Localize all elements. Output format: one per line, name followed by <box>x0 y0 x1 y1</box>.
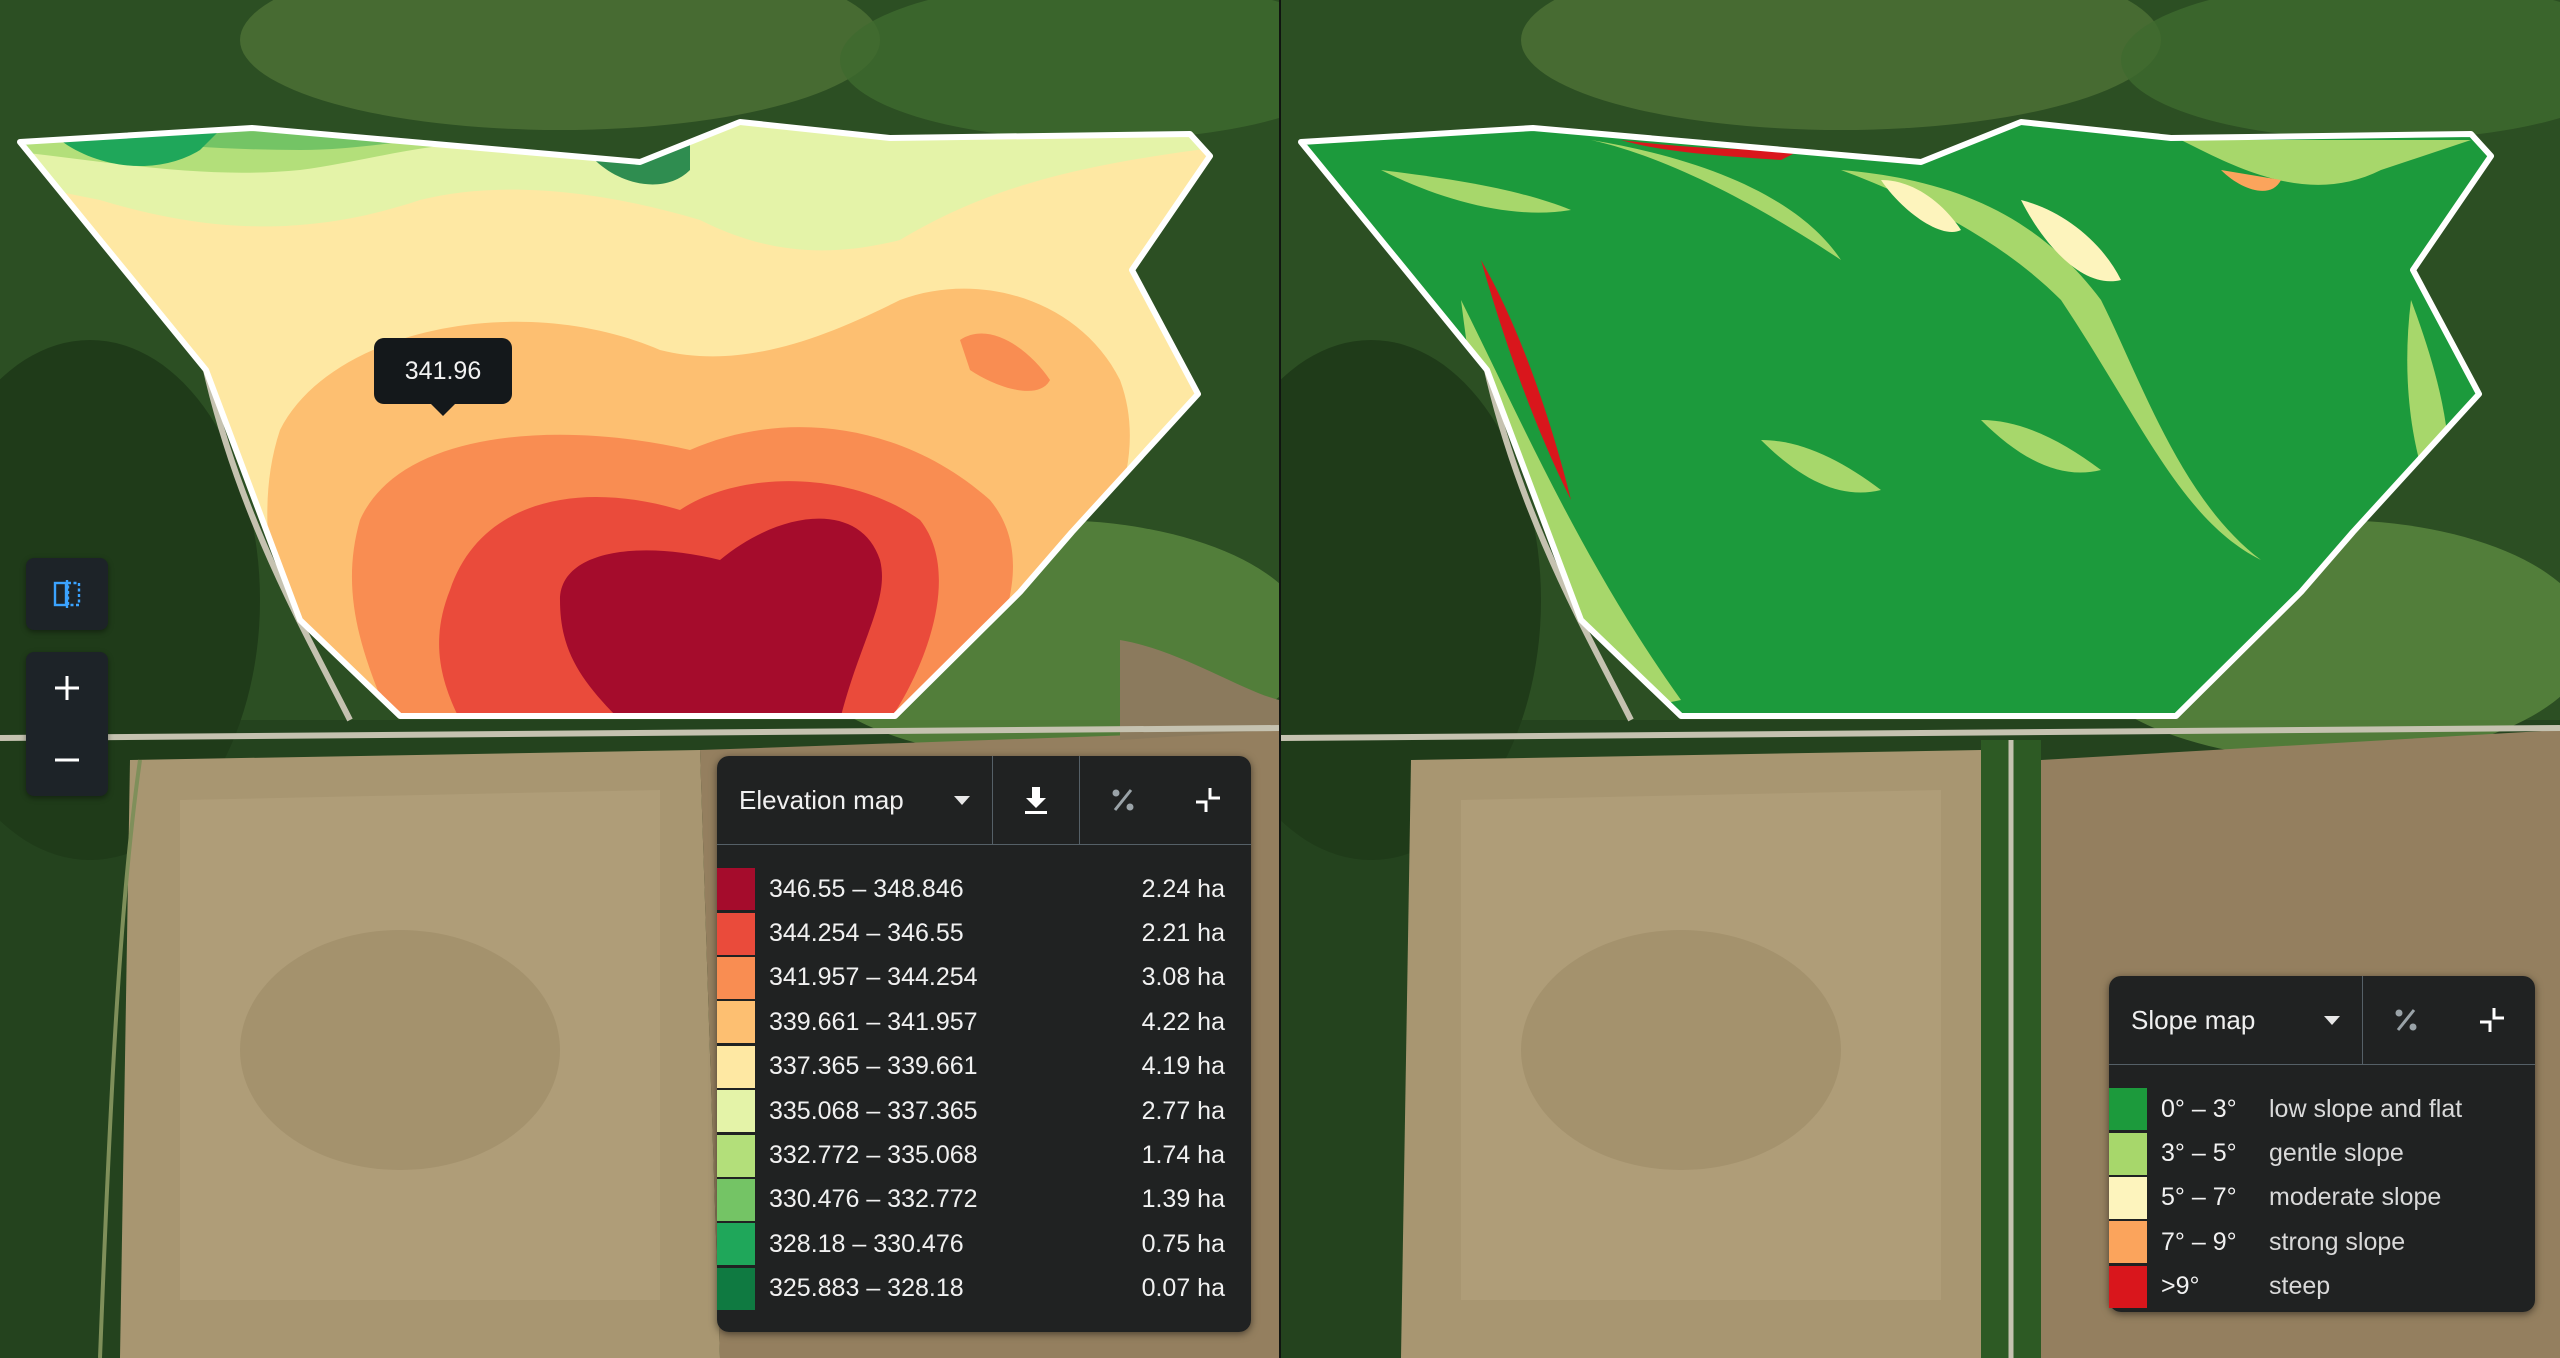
legend-row: 0° – 3° low slope and flat <box>2109 1087 2535 1131</box>
legend-swatch <box>2109 1088 2147 1131</box>
legend-area: 2.21 ha <box>1141 919 1225 948</box>
legend-row: 7° – 9° strong slope <box>2109 1220 2535 1264</box>
zoom-out-icon <box>55 758 79 762</box>
zoom-out-button[interactable] <box>26 724 108 796</box>
legend-range: 330.476 – 332.772 <box>769 1185 978 1214</box>
zoom-in-icon <box>55 676 79 700</box>
elevation-panel-header: Elevation map <box>717 756 1251 845</box>
legend-label: strong slope <box>2269 1227 2406 1256</box>
legend-row: 341.957 – 344.254 3.08 ha <box>717 956 1251 1000</box>
collapse-icon <box>1196 788 1221 812</box>
slope-panel-header: Slope map <box>2109 976 2535 1065</box>
legend-swatch <box>717 1090 755 1133</box>
legend-swatch <box>2109 1132 2147 1175</box>
elevation-value-tooltip: 341.96 <box>374 338 512 416</box>
compare-split-icon <box>53 580 81 608</box>
legend-range: 335.068 – 337.365 <box>769 1096 978 1125</box>
legend-label: steep <box>2269 1272 2331 1301</box>
download-button[interactable] <box>993 756 1080 844</box>
legend-row: 3° – 5° gentle slope <box>2109 1131 2535 1175</box>
legend-row: 344.254 – 346.55 2.21 ha <box>717 911 1251 955</box>
legend-row: 339.661 – 341.957 4.22 ha <box>717 1000 1251 1044</box>
legend-area: 2.77 ha <box>1141 1096 1225 1125</box>
elevation-map-pane[interactable]: 341.96 Elevation map 346.55 – 348.846 2.… <box>0 0 1279 1358</box>
legend-range: 344.254 – 346.55 <box>769 919 964 948</box>
zoom-control <box>26 652 108 796</box>
legend-swatch <box>2109 1221 2147 1264</box>
percent-icon <box>1112 789 1134 811</box>
legend-row: 335.068 – 337.365 2.77 ha <box>717 1089 1251 1133</box>
legend-area: 1.74 ha <box>1141 1141 1225 1170</box>
zoom-in-button[interactable] <box>26 652 108 724</box>
collapse-button[interactable] <box>1165 756 1251 844</box>
collapse-button[interactable] <box>2449 976 2535 1064</box>
legend-swatch <box>717 1134 755 1177</box>
layer-select-dropdown[interactable]: Elevation map <box>717 756 994 844</box>
legend-swatch <box>2109 1176 2147 1219</box>
legend-label: gentle slope <box>2269 1139 2404 1168</box>
legend-area: 2.24 ha <box>1141 874 1225 903</box>
legend-swatch <box>717 956 755 999</box>
percent-toggle-button[interactable] <box>1080 756 1166 844</box>
download-icon <box>1024 787 1047 814</box>
legend-swatch <box>717 1223 755 1266</box>
tooltip-value: 341.96 <box>404 356 482 385</box>
layer-select-label: Slope map <box>2131 1004 2256 1035</box>
layer-select-dropdown[interactable]: Slope map <box>2109 976 2364 1064</box>
elevation-legend-list: 346.55 – 348.846 2.24 ha 344.254 – 346.55… <box>717 845 1251 1311</box>
legend-area: 1.39 ha <box>1141 1185 1225 1214</box>
legend-label: moderate slope <box>2269 1183 2442 1212</box>
percent-toggle-button[interactable] <box>2363 976 2449 1064</box>
legend-swatch <box>717 1178 755 1221</box>
legend-swatch <box>717 1267 755 1310</box>
legend-range: 337.365 – 339.661 <box>769 1052 978 1081</box>
legend-range: 325.883 – 328.18 <box>769 1274 964 1303</box>
legend-area: 4.19 ha <box>1141 1052 1225 1081</box>
compare-control <box>26 558 108 630</box>
legend-row: >9° steep <box>2109 1265 2535 1309</box>
legend-range: 332.772 – 335.068 <box>769 1141 978 1170</box>
legend-swatch <box>717 868 755 911</box>
legend-range: 339.661 – 341.957 <box>769 1007 978 1036</box>
legend-range: 346.55 – 348.846 <box>769 874 964 903</box>
slope-legend-list: 0° – 3° low slope and flat 3° – 5° gentle … <box>2109 1065 2535 1309</box>
legend-swatch <box>717 912 755 955</box>
legend-area: 0.07 ha <box>1141 1274 1225 1303</box>
legend-row: 332.772 – 335.068 1.74 ha <box>717 1133 1251 1177</box>
slope-map-pane[interactable]: Slope map 0° – 3° low slope and flat 3° –… <box>1281 0 2560 1358</box>
legend-area: 0.75 ha <box>1141 1229 1225 1258</box>
legend-label: low slope and flat <box>2269 1094 2463 1123</box>
legend-range: 3° – 5° <box>2161 1139 2237 1168</box>
collapse-icon <box>2480 1008 2505 1032</box>
legend-row: 337.365 – 339.661 4.19 ha <box>717 1045 1251 1089</box>
legend-swatch <box>717 1001 755 1044</box>
legend-row: 5° – 7° moderate slope <box>2109 1176 2535 1220</box>
legend-swatch <box>2109 1265 2147 1308</box>
layer-select-label: Elevation map <box>739 784 904 815</box>
legend-row: 325.883 – 328.18 0.07 ha <box>717 1267 1251 1311</box>
legend-range: 328.18 – 330.476 <box>769 1229 964 1258</box>
legend-range: 0° – 3° <box>2161 1094 2237 1123</box>
legend-range: 7° – 9° <box>2161 1227 2237 1256</box>
legend-row: 330.476 – 332.772 1.39 ha <box>717 1178 1251 1222</box>
legend-range: 5° – 7° <box>2161 1183 2237 1212</box>
legend-area: 4.22 ha <box>1141 1007 1225 1036</box>
legend-row: 328.18 – 330.476 0.75 ha <box>717 1222 1251 1266</box>
percent-icon <box>2395 1009 2417 1031</box>
legend-range: >9° <box>2161 1272 2200 1301</box>
legend-row: 346.55 – 348.846 2.24 ha <box>717 867 1251 911</box>
legend-swatch <box>717 1045 755 1088</box>
legend-range: 341.957 – 344.254 <box>769 963 978 992</box>
chevron-down-icon <box>954 795 971 805</box>
elevation-legend-panel: Elevation map 346.55 – 348.846 2.24 ha 3… <box>717 756 1251 1332</box>
slope-legend-panel: Slope map 0° – 3° low slope and flat 3° –… <box>2109 976 2535 1312</box>
compare-split-button[interactable] <box>26 558 108 630</box>
legend-area: 3.08 ha <box>1141 963 1225 992</box>
chevron-down-icon <box>2324 1015 2341 1025</box>
